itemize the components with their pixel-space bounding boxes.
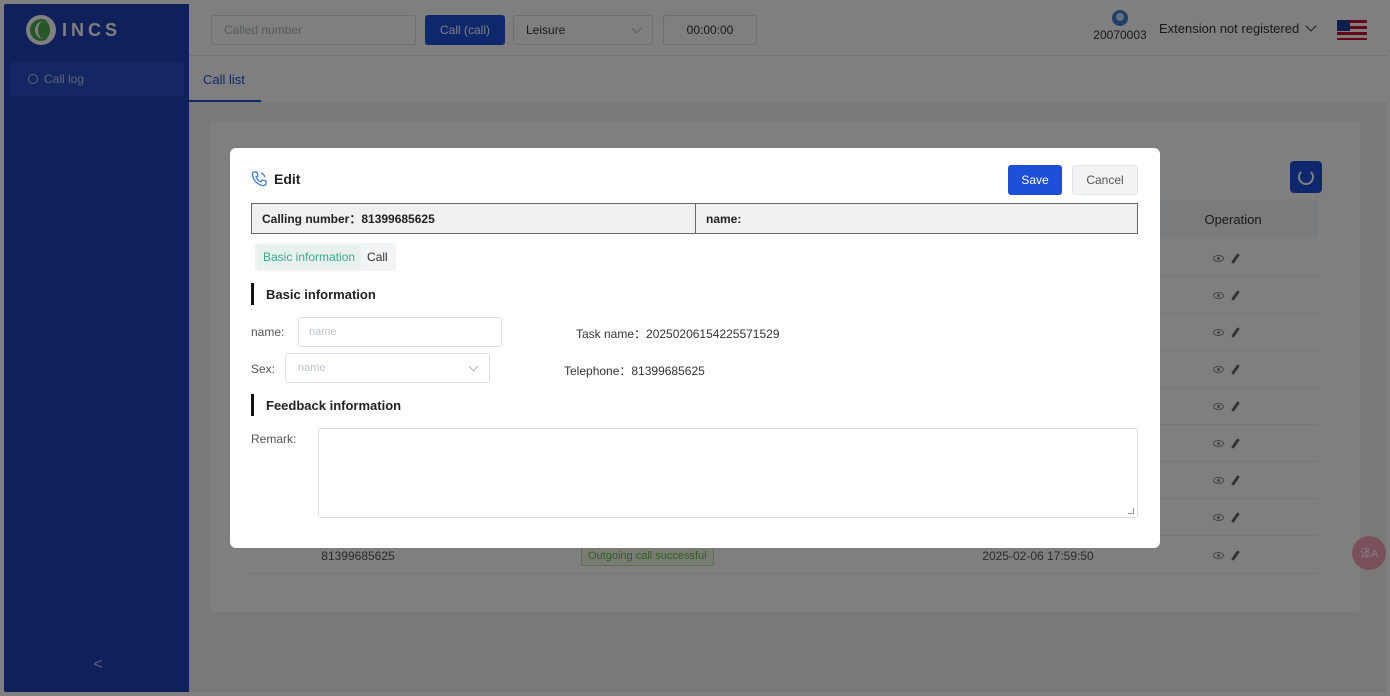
dialog-subtabs: Basic information Call — [255, 243, 396, 271]
section-title-basic: Basic information — [251, 283, 376, 305]
name-header: name: — [706, 211, 742, 226]
calling-number-header: Calling number：81399685625 — [252, 204, 696, 233]
remark-textarea[interactable] — [318, 428, 1138, 518]
subtab-call[interactable]: Call — [361, 245, 394, 269]
task-name: Task name：20250206154225571529 — [576, 327, 780, 341]
name-label: name: — [251, 325, 285, 339]
caller-info-table: Calling number：81399685625 name: — [251, 203, 1138, 234]
phone-icon — [251, 171, 267, 187]
save-button[interactable]: Save — [1008, 165, 1062, 195]
dialog-title: Edit — [250, 170, 300, 188]
resize-handle-icon[interactable] — [1128, 508, 1134, 514]
sex-select[interactable]: name — [285, 353, 490, 383]
chevron-down-icon — [468, 361, 479, 371]
edit-dialog: Edit Save Cancel Calling number：81399685… — [230, 148, 1160, 548]
telephone: Telephone：81399685625 — [564, 364, 705, 378]
cancel-button[interactable]: Cancel — [1072, 165, 1138, 195]
dialog-title-text: Edit — [274, 171, 301, 187]
subtab-basic-information[interactable]: Basic information — [257, 245, 362, 269]
sex-placeholder: name — [298, 362, 326, 374]
section-title-feedback: Feedback information — [251, 394, 401, 416]
sex-label: Sex: — [251, 362, 276, 376]
remark-label: Remark: — [251, 432, 297, 446]
name-input[interactable] — [298, 317, 502, 347]
